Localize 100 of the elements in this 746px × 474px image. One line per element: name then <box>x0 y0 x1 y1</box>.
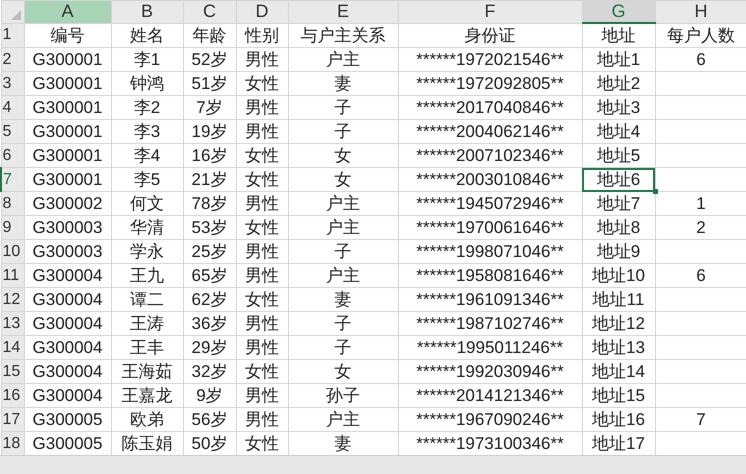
row-header[interactable]: 15 <box>1 360 24 384</box>
table-cell: 1 <box>696 194 706 212</box>
row-header[interactable]: 8 <box>1 192 24 216</box>
row-header[interactable]: 16 <box>1 384 24 408</box>
table-cell: 78岁 <box>192 194 228 213</box>
table-cell: 子 <box>334 242 352 261</box>
table-cell: 王嘉龙 <box>122 386 172 405</box>
row-header[interactable]: 10 <box>1 240 24 264</box>
table-cell: 2 <box>696 218 706 236</box>
table-cell: 子 <box>334 338 352 357</box>
table-cell: 21岁 <box>192 170 228 189</box>
table-cell: 16岁 <box>192 146 228 165</box>
table-cell: 女性 <box>245 362 279 381</box>
table-cell: G300005 <box>32 410 102 428</box>
table-cell: G300004 <box>32 266 102 284</box>
column-header[interactable]: E <box>288 0 398 23</box>
row-header[interactable]: 2 <box>1 48 24 72</box>
table-cell: ******1970061646** <box>416 218 564 236</box>
column-header[interactable]: A <box>24 0 111 23</box>
table-cell: 地址1 <box>596 50 640 69</box>
table-cell: 地址7 <box>596 194 640 213</box>
table-cell: 女性 <box>245 170 279 189</box>
table-cell: 李5 <box>134 170 160 189</box>
table-cell: 华清 <box>130 218 164 237</box>
row-header[interactable]: 13 <box>1 312 24 336</box>
table-cell: G300004 <box>32 362 102 380</box>
table-cell: 女 <box>334 146 352 165</box>
table-cell: ******2004062146** <box>416 122 564 140</box>
table-cell: 男性 <box>245 98 279 117</box>
table-cell: ******2007102346** <box>416 146 564 164</box>
row-header[interactable]: 4 <box>1 96 24 120</box>
table-cell: 与户主关系 <box>300 26 386 45</box>
table-cell: G300001 <box>32 50 102 68</box>
table-cell: 身份证 <box>464 26 516 45</box>
table-cell: 地址4 <box>596 122 640 141</box>
row-header[interactable]: 14 <box>1 336 24 360</box>
table-cell: 7 <box>696 410 706 428</box>
table-cell: 王丰 <box>130 338 164 357</box>
table-cell: 户主 <box>326 410 360 429</box>
row-header[interactable]: 9 <box>1 216 24 240</box>
table-cell: 地址14 <box>592 362 645 381</box>
table-cell: 地址2 <box>596 74 640 93</box>
table-cell: ******2003010846** <box>416 170 564 188</box>
table-cell: 56岁 <box>192 410 228 429</box>
table-cell: ******1972021546** <box>416 50 564 68</box>
table-cell: 地址3 <box>596 98 640 117</box>
table-cell: 男性 <box>245 314 279 333</box>
table-cell: 陈玉娟 <box>122 434 172 453</box>
table-cell: G300003 <box>32 218 102 236</box>
table-cell: 妻 <box>334 74 352 93</box>
row-header[interactable]: 18 <box>1 432 24 456</box>
table-cell: ******1958081646** <box>416 266 564 284</box>
table-cell: 学永 <box>130 242 164 261</box>
column-header[interactable]: F <box>398 0 582 23</box>
column-header[interactable]: B <box>111 0 183 23</box>
table-cell: 19岁 <box>192 122 228 141</box>
table-cell: 女 <box>334 170 352 189</box>
table-cell: 王海茹 <box>122 362 172 381</box>
table-cell: 地址15 <box>592 386 645 405</box>
table-cell: ******1972092805** <box>416 74 564 92</box>
table-cell: 女性 <box>245 290 279 309</box>
table-cell: 妻 <box>334 290 352 309</box>
table-cell: 男性 <box>245 50 279 69</box>
table-cell: G300001 <box>32 74 102 92</box>
table-cell: 32岁 <box>192 362 228 381</box>
table-cell: 25岁 <box>192 242 228 261</box>
row-header[interactable]: 12 <box>1 288 24 312</box>
row-header[interactable]: 3 <box>1 72 24 96</box>
table-cell: G300004 <box>32 290 102 308</box>
table-cell: G300005 <box>32 434 102 452</box>
column-header[interactable]: D <box>236 0 288 23</box>
table-cell: 29岁 <box>192 338 228 357</box>
row-header[interactable]: 17 <box>1 408 24 432</box>
row-header[interactable]: 1 <box>1 23 24 48</box>
table-cell: 男性 <box>245 242 279 261</box>
table-cell: 孙子 <box>326 386 360 405</box>
triangle-icon[interactable] <box>10 10 20 20</box>
table-cell: 女 <box>334 362 352 381</box>
table-cell: 7岁 <box>196 98 223 117</box>
row-header[interactable]: 7 <box>1 168 24 192</box>
table-cell: 年龄 <box>192 26 226 45</box>
table-cell: 地址17 <box>592 434 645 453</box>
table-cell: 妻 <box>334 434 352 453</box>
table-cell: 地址12 <box>592 314 645 333</box>
table-cell: G300004 <box>32 386 102 404</box>
table-cell: 李3 <box>134 122 160 141</box>
table-cell: 62岁 <box>192 290 228 309</box>
table-cell: ******1998071046** <box>416 242 564 260</box>
row-header[interactable]: 5 <box>1 120 24 144</box>
row-header[interactable]: 11 <box>1 264 24 288</box>
table-cell: ******2017040846** <box>416 98 564 116</box>
table-cell: 李1 <box>134 50 160 69</box>
table-cell: 子 <box>334 314 352 333</box>
row-header[interactable]: 6 <box>1 144 24 168</box>
table-cell: 户主 <box>326 50 360 69</box>
table-cell: 地址9 <box>596 242 640 261</box>
table-cell: 地址11 <box>592 290 644 309</box>
column-header[interactable]: G <box>582 0 655 23</box>
column-header[interactable]: H <box>655 0 746 23</box>
column-header[interactable]: C <box>183 0 236 23</box>
